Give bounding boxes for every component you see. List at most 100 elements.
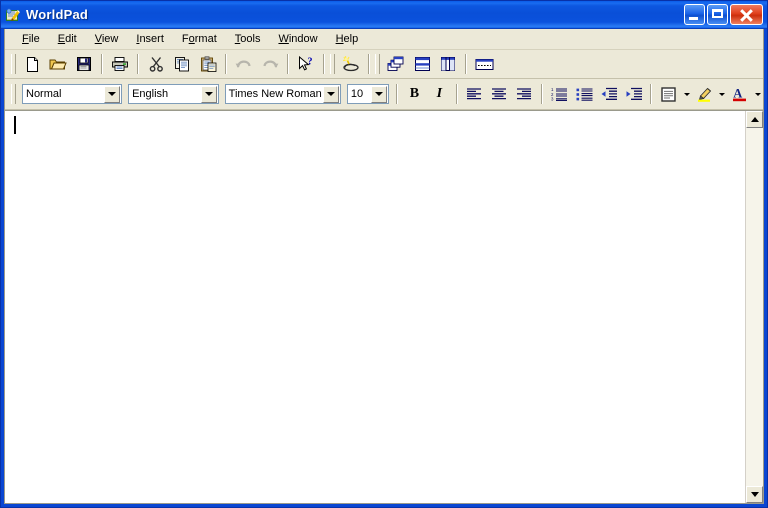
bold-icon: B — [409, 86, 420, 101]
language-value: English — [132, 88, 169, 100]
toolbar-separator — [465, 54, 467, 74]
numbered-list-button[interactable]: 1 2 3 — [548, 83, 571, 106]
help-pointer-icon: ? — [298, 56, 315, 72]
minimize-button[interactable] — [684, 4, 705, 25]
increase-indent-icon — [625, 87, 643, 101]
language-combo[interactable]: English — [128, 84, 219, 104]
highlight-button[interactable] — [693, 83, 716, 106]
decrease-indent-icon — [600, 87, 618, 101]
cut-button[interactable] — [144, 53, 168, 76]
scrollbar-track[interactable] — [746, 128, 763, 486]
text-box-button[interactable] — [472, 53, 496, 76]
menu-bar: File Edit View Insert Format Tools Windo… — [5, 29, 763, 50]
undo-arrow-icon — [235, 57, 253, 71]
toolbar-grip[interactable] — [330, 54, 335, 74]
print-button[interactable] — [108, 53, 132, 76]
split-horizontal-icon — [414, 56, 431, 72]
toolbar-separator — [287, 54, 289, 74]
undo-button[interactable] — [232, 53, 256, 76]
toolbar-separator — [540, 84, 543, 104]
chevron-down-icon[interactable] — [322, 85, 339, 103]
menu-item-help[interactable]: Help — [327, 31, 368, 47]
align-center-button[interactable] — [488, 83, 511, 106]
align-center-icon — [491, 87, 507, 101]
align-right-button[interactable] — [513, 83, 536, 106]
scroll-up-button[interactable] — [746, 111, 763, 128]
printer-icon — [111, 56, 129, 72]
save-button[interactable] — [72, 53, 96, 76]
font-size-value: 10 — [350, 88, 364, 100]
save-floppy-icon — [76, 56, 92, 72]
menu-item-window[interactable]: Window — [269, 31, 326, 47]
redo-arrow-icon — [261, 57, 279, 71]
document-area — [5, 110, 763, 503]
toolbar-grip[interactable] — [11, 84, 16, 104]
menu-item-file[interactable]: File — [13, 31, 49, 47]
paste-button[interactable] — [196, 53, 220, 76]
vertical-scrollbar[interactable] — [745, 111, 763, 503]
cascade-frames-icon — [387, 56, 405, 72]
scroll-down-button[interactable] — [746, 486, 763, 503]
italic-button[interactable]: I — [428, 83, 451, 106]
chevron-down-icon[interactable] — [104, 85, 121, 103]
toolbar-separator — [225, 54, 227, 74]
open-button[interactable] — [46, 53, 70, 76]
borders-icon — [661, 86, 677, 102]
menu-item-format[interactable]: Format — [173, 31, 226, 47]
new-document-button[interactable] — [20, 53, 44, 76]
split-vertical-button[interactable] — [436, 53, 460, 76]
toolbar-separator — [323, 54, 325, 74]
font-name-combo[interactable]: Times New Roman — [224, 84, 341, 104]
decrease-indent-button[interactable] — [598, 83, 621, 106]
align-left-icon — [466, 87, 482, 101]
title-bar[interactable]: WorldPad — [1, 1, 767, 29]
standard-toolbar: ? — [5, 50, 763, 79]
highlight-dropdown-arrow[interactable] — [717, 83, 728, 106]
font-color-a-icon: A — [732, 86, 747, 102]
menu-item-edit[interactable]: Edit — [49, 31, 86, 47]
svg-text:A: A — [734, 87, 743, 101]
chevron-down-icon[interactable] — [200, 85, 217, 103]
chevron-down-icon[interactable] — [370, 85, 387, 103]
toolbar-grip[interactable] — [375, 54, 380, 74]
bulleted-list-icon — [576, 87, 593, 101]
menu-item-insert[interactable]: Insert — [127, 31, 173, 47]
font-color-button[interactable]: A — [729, 83, 752, 106]
increase-indent-button[interactable] — [623, 83, 646, 106]
open-folder-icon — [49, 56, 67, 72]
paragraph-style-value: Normal — [26, 88, 62, 100]
worldpad-app-icon — [5, 7, 21, 23]
toolbar-grip[interactable] — [11, 54, 16, 74]
window-controls — [684, 4, 763, 25]
maximize-button[interactable] — [707, 4, 728, 25]
menu-item-view[interactable]: View — [86, 31, 128, 47]
text-caret — [14, 116, 16, 134]
triangle-down-icon — [750, 492, 759, 497]
copy-icon — [174, 56, 191, 72]
font-size-combo[interactable]: 10 — [346, 84, 389, 104]
close-button[interactable] — [730, 4, 763, 25]
borders-button[interactable] — [657, 83, 680, 106]
toolbar-separator — [368, 54, 370, 74]
spell-wand-button[interactable] — [339, 53, 363, 76]
paragraph-style-combo[interactable]: Normal — [22, 84, 123, 104]
magic-wand-icon — [342, 56, 360, 72]
toolbar-separator — [650, 84, 653, 104]
copy-button[interactable] — [170, 53, 194, 76]
client-area: File Edit View Insert Format Tools Windo… — [4, 29, 764, 504]
borders-dropdown-arrow[interactable] — [681, 83, 692, 106]
toolbar-separator — [137, 54, 139, 74]
bold-button[interactable]: B — [403, 83, 426, 106]
cascade-frames-button[interactable] — [384, 53, 408, 76]
align-left-button[interactable] — [463, 83, 486, 106]
context-help-button[interactable]: ? — [294, 53, 318, 76]
svg-text:3: 3 — [551, 97, 554, 101]
scissors-icon — [149, 56, 164, 72]
font-color-dropdown-arrow[interactable] — [752, 83, 763, 106]
document-canvas[interactable] — [5, 111, 745, 503]
redo-button[interactable] — [258, 53, 282, 76]
menu-item-tools[interactable]: Tools — [226, 31, 270, 47]
split-horizontal-button[interactable] — [410, 53, 434, 76]
bulleted-list-button[interactable] — [573, 83, 596, 106]
toolbar-separator — [101, 54, 103, 74]
